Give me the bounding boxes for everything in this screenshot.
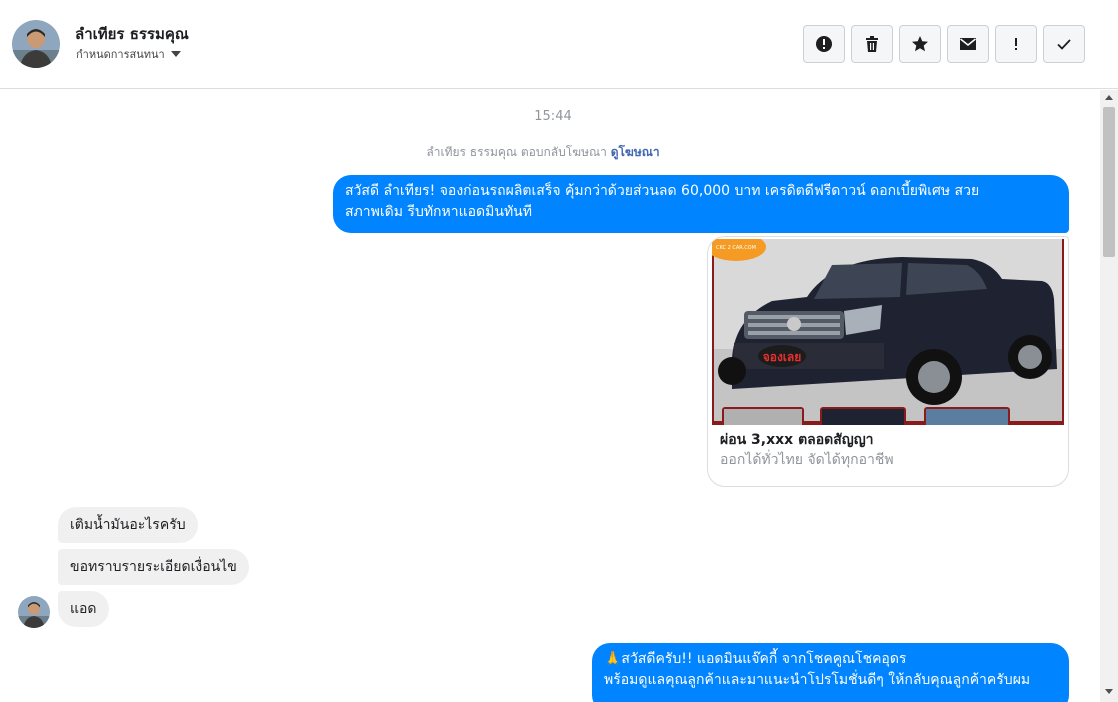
mark-unread-button[interactable]	[947, 25, 989, 63]
message-thread[interactable]: 15:44 ลำเทียร ธรรมคุณ ตอบกลับโฆษณา ดูโฆษ…	[0, 90, 1098, 702]
incoming-message-bubble[interactable]: แอด	[58, 591, 109, 627]
message-text-line: 🙏สวัสดีครับ!! แอดมินแจ๊คกี้ จากโชคคูณโชค…	[604, 651, 907, 667]
message-text-line: พร้อมดูแลคุณลูกค้าและมาแนะนำโปรโมชั่นดีๆ…	[604, 672, 1031, 688]
follow-up-button[interactable]	[995, 25, 1037, 63]
exclamation-icon	[1015, 38, 1017, 50]
star-icon	[912, 36, 928, 52]
message-text-line: สภาพเดิม รีบทักหาแอดมินทันที	[345, 204, 532, 220]
scroll-down-arrow-icon[interactable]	[1105, 689, 1113, 694]
ad-attachment-card[interactable]: จองเลย CKC 2 CAR.COM ผ่อน 3,xxx ตลอดสัญญ…	[707, 236, 1069, 487]
outgoing-message-bubble[interactable]: 🙏สวัสดีครับ!! แอดมินแจ๊คกี้ จากโชคคูณโชค…	[592, 643, 1069, 702]
assign-label: กำหนดการสนทนา	[76, 48, 165, 61]
ad-logo-text: CKC 2 CAR.COM	[716, 245, 756, 251]
assign-conversation-dropdown[interactable]: กำหนดการสนทนา	[76, 45, 181, 63]
scroll-up-arrow-icon[interactable]	[1105, 95, 1113, 100]
messenger-inbox: ลำเทียร ธรรมคุณ กำหนดการสนทนา 15:44 ลำเท…	[0, 0, 1118, 702]
incoming-message-bubble[interactable]: เติมน้ำมันอะไรครับ	[58, 507, 198, 543]
outgoing-message-bubble[interactable]: สวัสดี ลำเทียร! จองก่อนรถผลิตเสร็จ คุ้มก…	[333, 175, 1069, 233]
star-button[interactable]	[899, 25, 941, 63]
mark-spam-button[interactable]	[803, 25, 845, 63]
thread-scrollbar[interactable]	[1100, 90, 1118, 702]
ad-reply-text: ลำเทียร ธรรมคุณ ตอบกลับโฆษณา	[426, 145, 607, 159]
contact-name[interactable]: ลำเทียร ธรรมคุณ	[75, 22, 189, 46]
caret-down-icon	[170, 51, 181, 57]
ad-reply-note: ลำเทียร ธรรมคุณ ตอบกลับโฆษณา ดูโฆษณา	[0, 143, 1086, 162]
check-icon	[1057, 39, 1071, 50]
badge-text: จองเลย	[763, 350, 802, 364]
ad-subtitle: ออกได้ทั่วไทย จัดได้ทุกอาชีพ	[720, 452, 894, 468]
view-ad-link[interactable]: ดูโฆษณา	[611, 145, 660, 159]
incoming-message-bubble[interactable]: ขอทราบรายระเอียดเงื่อนไข	[58, 549, 249, 585]
ad-car-image: จองเลย CKC 2 CAR.COM	[712, 239, 1064, 425]
scrollbar-thumb[interactable]	[1103, 107, 1115, 257]
delete-button[interactable]	[851, 25, 893, 63]
ad-title: ผ่อน 3,xxx ตลอดสัญญา	[720, 432, 874, 448]
message-text-line: สวัสดี ลำเทียร! จองก่อนรถผลิตเสร็จ คุ้มก…	[345, 183, 980, 199]
mark-done-button[interactable]	[1043, 25, 1085, 63]
conversation-toolbar	[803, 25, 1085, 63]
message-timestamp: 15:44	[534, 109, 572, 124]
envelope-icon	[960, 38, 976, 50]
contact-avatar[interactable]	[12, 20, 60, 68]
alert-circle-icon	[816, 36, 832, 52]
conversation-header: ลำเทียร ธรรมคุณ กำหนดการสนทนา	[0, 0, 1118, 89]
trash-icon	[866, 36, 878, 52]
sender-avatar[interactable]	[18, 596, 50, 628]
